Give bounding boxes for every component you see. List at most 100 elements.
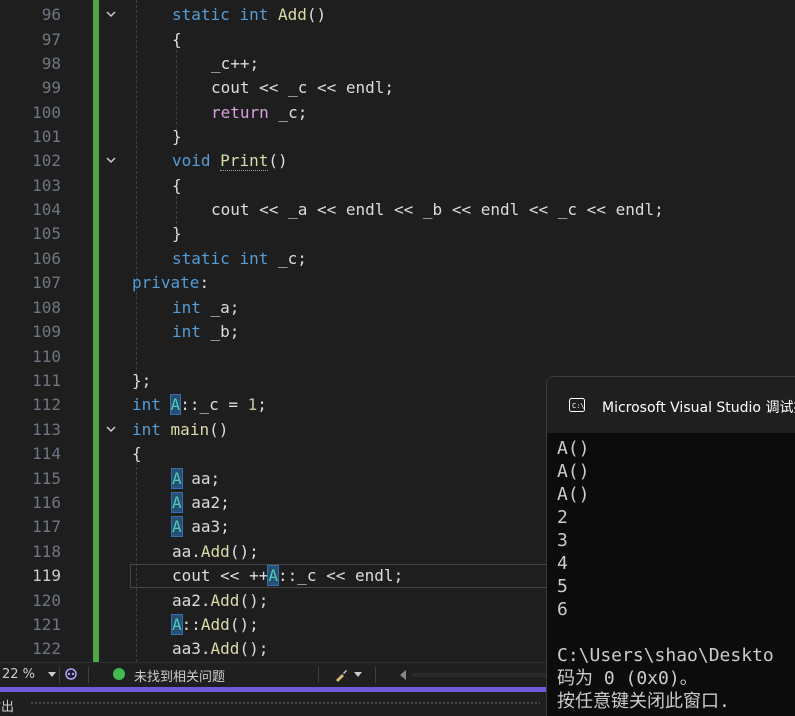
line-number: 98	[41, 54, 61, 73]
code-text: A aa;	[171, 468, 221, 489]
issues-status[interactable]: 未找到相关问题	[134, 666, 225, 685]
code-text: static int _c;	[172, 249, 307, 268]
line-number: 114	[32, 444, 61, 463]
line-number: 112	[32, 395, 61, 414]
code-line: 108 int _a;	[0, 296, 795, 320]
code-line: 97 {	[0, 28, 795, 52]
console-title-bar[interactable]: C:\ Microsoft Visual Studio 调试控	[547, 377, 795, 433]
code-line: 110	[0, 345, 795, 369]
console-line: 5	[557, 576, 568, 597]
cleanup-dropdown-icon[interactable]	[354, 672, 362, 677]
zoom-dropdown-icon[interactable]	[48, 672, 56, 677]
code-line: 96 static int Add()	[0, 3, 795, 27]
code-text: int main()	[132, 420, 229, 439]
line-number: 103	[32, 176, 61, 195]
console-output: A() A() A() 2 3 4 5 6 C:\Users\shao\Deskto 码为 0 (…	[557, 437, 774, 713]
line-number: 106	[32, 249, 61, 268]
line-number: 109	[32, 322, 61, 341]
code-line: 101 }	[0, 125, 795, 149]
code-line: 104 cout << _a << endl << _b << endl << …	[0, 198, 795, 222]
line-number: 107	[32, 273, 61, 292]
console-line: A()	[557, 461, 590, 482]
code-line: 103 {	[0, 174, 795, 198]
code-text: cout << _c << endl;	[211, 78, 395, 97]
console-line: A()	[557, 484, 590, 505]
code-text: _c++;	[211, 54, 260, 73]
code-text: aa3.Add();	[172, 639, 269, 658]
code-text: A::Add();	[171, 614, 259, 635]
line-number: 100	[32, 103, 61, 122]
divider	[88, 667, 89, 683]
code-text: };	[132, 371, 152, 390]
code-text: A aa3;	[171, 516, 230, 537]
collapse-chevron-icon[interactable]	[104, 153, 118, 167]
console-line: 码为 0 (0x0)。	[557, 668, 698, 689]
collapse-chevron-icon[interactable]	[104, 422, 118, 436]
line-number: 117	[32, 517, 61, 536]
console-line: 按任意键关闭此窗口.	[557, 691, 741, 712]
line-number: 115	[32, 469, 61, 488]
code-text: aa2.Add();	[172, 591, 269, 610]
code-text: }	[172, 224, 182, 243]
line-number: 120	[32, 591, 61, 610]
code-line: 98 _c++;	[0, 52, 795, 76]
debug-console-window[interactable]: C:\ Microsoft Visual Studio 调试控 A() A() A(…	[546, 376, 795, 716]
line-number: 102	[32, 151, 61, 170]
line-number: 96	[41, 5, 61, 24]
scroll-left-arrow-icon[interactable]	[400, 670, 406, 680]
code-line: 106 static int _c;	[0, 247, 795, 271]
code-text: {	[172, 176, 182, 195]
console-line: 6	[557, 599, 568, 620]
code-text: static int Add()	[172, 5, 327, 24]
code-text: return _c;	[211, 103, 308, 122]
collapse-chevron-icon[interactable]	[104, 7, 118, 21]
code-cleanup-brush-icon[interactable]	[333, 667, 349, 683]
console-line: 2	[557, 507, 568, 528]
divider	[318, 667, 319, 683]
line-number: 99	[41, 78, 61, 97]
code-line: 109 int _b;	[0, 320, 795, 344]
check-circle-icon	[113, 668, 125, 680]
line-number: 110	[32, 347, 61, 366]
console-line: A()	[557, 438, 590, 459]
line-number: 101	[32, 127, 61, 146]
line-number: 121	[32, 615, 61, 634]
code-text: }	[172, 127, 182, 146]
code-line: 99 cout << _c << endl;	[0, 76, 795, 100]
svg-text:C:\: C:\	[572, 402, 585, 410]
console-line: 3	[557, 530, 568, 551]
line-number: 104	[32, 200, 61, 219]
output-panel-header: 输出	[0, 692, 546, 715]
code-line: 100 return _c;	[0, 101, 795, 125]
line-number: 122	[32, 639, 61, 658]
console-line: 4	[557, 553, 568, 574]
panel-grip[interactable]	[30, 701, 540, 706]
code-text: cout << _a << endl << _b << endl << _c <…	[211, 200, 664, 219]
code-text: int A::_c = 1;	[132, 394, 267, 415]
console-title: Microsoft Visual Studio 调试控	[602, 400, 795, 416]
divider	[59, 667, 60, 683]
line-number: 108	[32, 298, 61, 317]
editor-status-bar: 22 % 未找到相关问题	[0, 662, 546, 687]
divider	[375, 667, 376, 683]
copilot-icon[interactable]	[64, 667, 78, 681]
console-line: C:\Users\shao\Deskto	[557, 645, 774, 666]
code-text: aa.Add();	[172, 542, 259, 561]
code-text: cout << ++A::_c << endl;	[172, 565, 404, 586]
line-number: 119	[32, 566, 61, 585]
code-line: 105 }	[0, 222, 795, 246]
line-number: 113	[32, 420, 61, 439]
code-text: private:	[132, 273, 210, 292]
code-text: void Print()	[172, 151, 288, 171]
code-text: A aa2;	[171, 492, 230, 513]
code-line: 107 private:	[0, 271, 795, 295]
line-number: 105	[32, 224, 61, 243]
line-number: 118	[32, 542, 61, 561]
line-number: 111	[32, 371, 61, 390]
output-tab[interactable]: 输出	[0, 696, 14, 715]
zoom-level[interactable]: 22 %	[2, 667, 35, 682]
terminal-icon: C:\	[569, 398, 585, 412]
code-line: 102 void Print()	[0, 149, 795, 173]
horizontal-scrollbar[interactable]	[412, 673, 546, 677]
